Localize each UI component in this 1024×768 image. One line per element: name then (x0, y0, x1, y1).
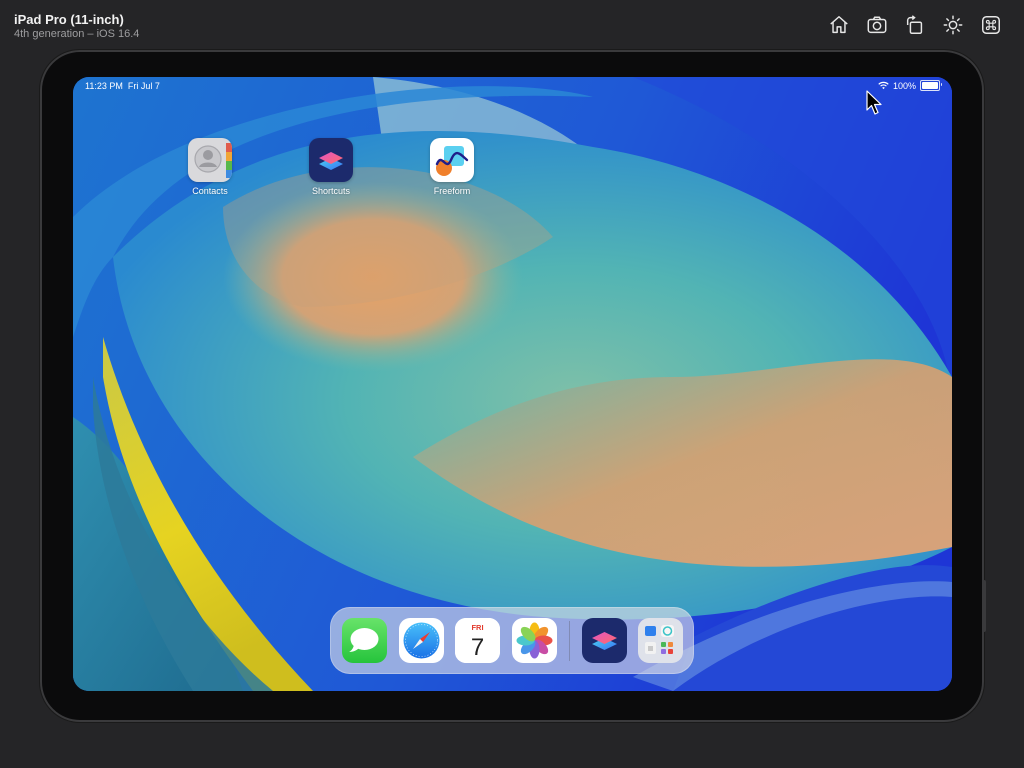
simulator-titlebar: iPad Pro (11-inch) 4th generation – iOS … (0, 0, 1024, 48)
dock-photos[interactable] (512, 618, 557, 663)
rotate-icon (906, 15, 923, 34)
app-label: Shortcuts (311, 186, 351, 196)
appearance-button[interactable] (940, 12, 966, 38)
screenshot-button[interactable] (864, 12, 890, 38)
status-time: 11:23 PM (85, 81, 123, 91)
contacts-icon (188, 138, 232, 182)
battery-tip (940, 83, 942, 86)
status-indicators: 100% (878, 80, 942, 91)
rotate-button[interactable] (902, 12, 928, 38)
dock-safari[interactable] (399, 618, 444, 663)
screenshot-icon (867, 16, 887, 34)
messages-icon (342, 618, 387, 663)
app-shortcuts[interactable]: Shortcuts (299, 138, 363, 196)
device-info: iPad Pro (11-inch) 4th generation – iOS … (14, 12, 139, 41)
dock-calendar[interactable]: FRI 7 (455, 618, 500, 663)
dock-messages[interactable] (342, 618, 387, 663)
dock-shortcuts[interactable] (582, 618, 627, 663)
calendar-day: 7 (471, 634, 484, 661)
calendar-icon: FRI 7 (455, 618, 500, 663)
app-library-icon (638, 618, 683, 663)
home-button[interactable] (826, 12, 852, 38)
calendar-weekday: FRI (471, 623, 483, 632)
ipad-screen[interactable]: 11:23 PM Fri Jul 7 100% Contacts Shortcu… (73, 77, 952, 691)
battery-icon (920, 80, 942, 91)
dock-divider (569, 621, 570, 661)
app-freeform[interactable]: Freeform (420, 138, 484, 196)
home-icon (830, 16, 848, 34)
photos-icon (512, 618, 557, 663)
app-label: Freeform (433, 186, 471, 196)
freeform-icon (430, 138, 474, 182)
safari-icon (399, 618, 444, 663)
shortcuts-icon (582, 618, 627, 663)
status-date: Fri Jul 7 (127, 81, 160, 91)
app-contacts[interactable]: Contacts (178, 138, 242, 196)
command-icon (982, 16, 1000, 34)
battery-fill (922, 82, 938, 89)
simulator-toolbar (826, 12, 1004, 38)
status-bar: 11:23 PM Fri Jul 7 100% (73, 77, 952, 95)
dock: FRI 7 (330, 607, 694, 674)
shortcuts-icon (309, 138, 353, 182)
status-clock: 11:23 PM Fri Jul 7 (85, 81, 160, 91)
device-subtitle: 4th generation – iOS 16.4 (14, 28, 140, 40)
command-button[interactable] (978, 12, 1004, 38)
device-side-button[interactable] (983, 580, 986, 632)
app-label: Contacts (192, 186, 228, 196)
wifi-icon (878, 81, 889, 90)
appearance-icon (943, 15, 963, 35)
battery-percent: 100% (892, 80, 916, 91)
device-title: iPad Pro (11-inch) (14, 12, 124, 27)
dock-app-library[interactable] (638, 618, 683, 663)
